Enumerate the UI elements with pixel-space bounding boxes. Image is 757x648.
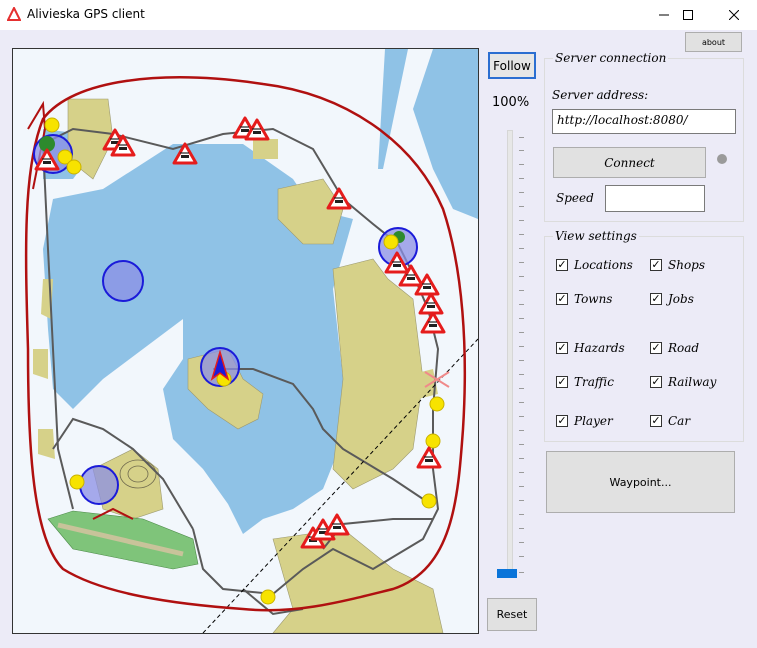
checkbox-traffic[interactable]: ✓ Traffic (556, 375, 614, 389)
check-icon: ✓ (556, 292, 568, 305)
slider-tick (519, 150, 524, 151)
slider-tick (519, 234, 524, 235)
checkbox-towns[interactable]: ✓ Towns (556, 292, 612, 306)
check-icon: ✓ (556, 375, 568, 388)
slider-tick (519, 486, 524, 487)
slider-tick (519, 346, 524, 347)
slider-tick (519, 514, 524, 515)
about-button[interactable]: about (685, 32, 742, 52)
speed-label: Speed (556, 191, 594, 205)
slider-tick (519, 374, 524, 375)
checkbox-locations[interactable]: ✓ Locations (556, 258, 633, 272)
reset-button[interactable]: Reset (487, 598, 537, 631)
close-icon (729, 10, 739, 20)
server-address-input[interactable]: http://localhost:8080/ (552, 109, 736, 134)
slider-tick (519, 164, 524, 165)
app-warning-icon (7, 7, 21, 21)
islet-2 (33, 349, 48, 379)
map-canvas[interactable] (13, 49, 478, 633)
server-group-title: Server connection (553, 51, 669, 65)
checkbox-label: Traffic (574, 375, 614, 389)
slider-tick (519, 388, 524, 389)
check-icon: ✓ (650, 414, 662, 427)
slider-tick (519, 332, 524, 333)
slider-tick (519, 206, 524, 207)
slider-tick (519, 416, 524, 417)
follow-button[interactable]: Follow (488, 52, 536, 79)
checkbox-label: Towns (574, 292, 613, 306)
connect-button[interactable]: Connect (553, 147, 706, 178)
speed-field (605, 185, 705, 212)
islet-4 (253, 139, 278, 159)
check-icon: ✓ (650, 292, 662, 305)
slider-tick (519, 444, 524, 445)
checkbox-player[interactable]: ✓ Player (556, 414, 613, 428)
islet-3 (38, 429, 55, 459)
slider-tick (519, 220, 524, 221)
slider-tick (519, 472, 524, 473)
location-marker-icon (79, 465, 119, 505)
check-icon: ✓ (650, 375, 662, 388)
land-east (332, 258, 424, 490)
slider-tick (519, 137, 524, 138)
check-icon: ✓ (556, 341, 568, 354)
land-south (272, 528, 444, 633)
checkbox-label: Railway (668, 375, 717, 389)
waypoint-button[interactable]: Waypoint... (546, 451, 735, 513)
checkbox-jobs[interactable]: ✓ Jobs (650, 292, 694, 306)
slider-tick (519, 528, 524, 529)
check-icon: ✓ (650, 258, 662, 271)
close-button[interactable] (711, 0, 757, 30)
check-icon: ✓ (650, 341, 662, 354)
checkbox-railway[interactable]: ✓ Railway (650, 375, 716, 389)
slider-tick (519, 276, 524, 277)
server-address-label: Server address: (552, 88, 649, 102)
checkbox-label: Shops (668, 258, 706, 272)
slider-tick (519, 178, 524, 179)
slider-tick (519, 248, 524, 249)
checkbox-label: Car (668, 414, 691, 428)
checkbox-label: Player (574, 414, 613, 428)
zoom-slider-track[interactable] (507, 130, 513, 577)
title-bar: Alivieska GPS client (0, 0, 757, 30)
checkbox-label: Road (668, 341, 700, 355)
window-title: Alivieska GPS client (27, 7, 145, 21)
checkbox-label: Hazards (574, 341, 625, 355)
checkbox-label: Jobs (668, 292, 694, 306)
slider-tick (519, 318, 524, 319)
map-view[interactable] (12, 48, 479, 634)
slider-tick (519, 304, 524, 305)
slider-tick (519, 430, 524, 431)
slider-tick (519, 262, 524, 263)
checkbox-shops[interactable]: ✓ Shops (650, 258, 705, 272)
slider-tick (519, 402, 524, 403)
slider-tick (519, 192, 524, 193)
check-icon: ✓ (556, 414, 568, 427)
slider-tick (519, 500, 524, 501)
connection-status-indicator (717, 154, 727, 164)
checkbox-hazards[interactable]: ✓ Hazards (556, 341, 625, 355)
checkbox-road[interactable]: ✓ Road (650, 341, 699, 355)
maximize-icon (683, 10, 693, 20)
view-group-title: View settings (553, 229, 639, 243)
checkbox-car[interactable]: ✓ Car (650, 414, 690, 428)
zoom-slider-thumb[interactable] (497, 569, 517, 578)
slider-tick (519, 458, 524, 459)
slider-tick (519, 572, 524, 573)
maximize-button[interactable] (665, 0, 711, 30)
slider-tick (519, 542, 524, 543)
sea-area (413, 49, 478, 219)
slider-tick (519, 360, 524, 361)
location-marker-icon (102, 260, 144, 302)
check-icon: ✓ (556, 258, 568, 271)
slider-tick (519, 556, 524, 557)
slider-tick (519, 290, 524, 291)
checkbox-label: Locations (574, 258, 633, 272)
zoom-level: 100% (492, 95, 530, 110)
